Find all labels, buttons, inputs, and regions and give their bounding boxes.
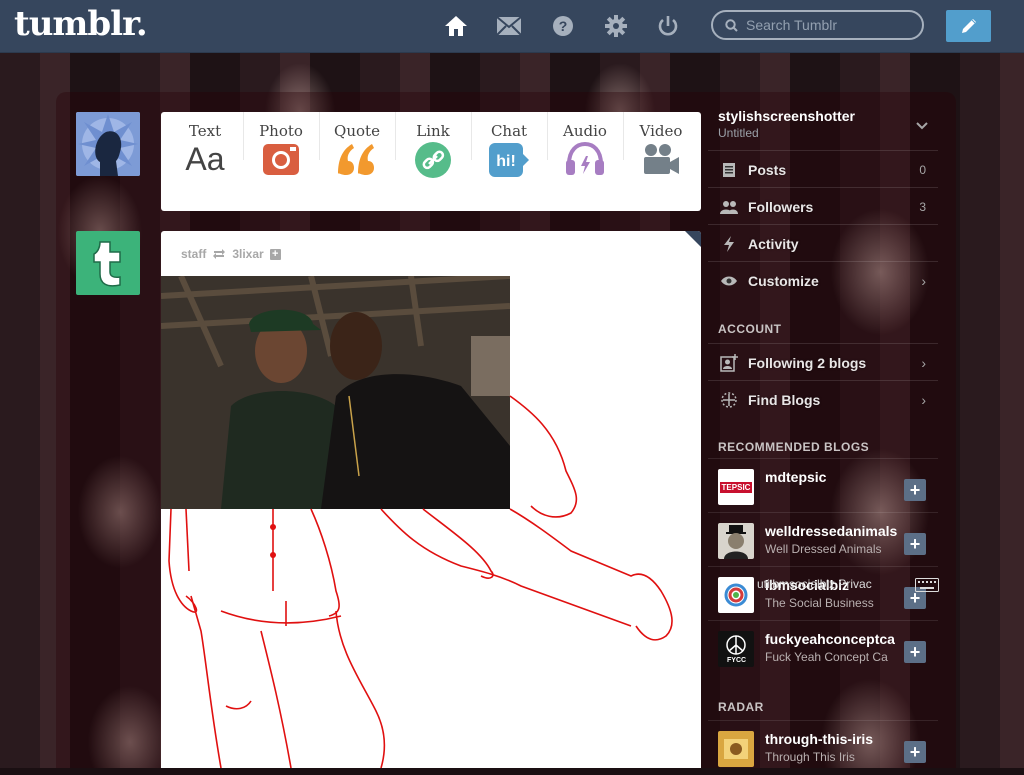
user-avatar[interactable] — [76, 112, 140, 176]
follow-button[interactable]: + — [904, 641, 926, 663]
post-type-video[interactable]: Video — [623, 122, 699, 181]
radar-blog[interactable]: through-this-iris Through This Iris + — [708, 720, 938, 775]
follow-button[interactable]: + — [904, 741, 926, 763]
chat-icon: hi! — [471, 142, 547, 183]
chevron-right-icon: › — [921, 391, 926, 408]
camera-icon — [243, 142, 319, 181]
mail-icon[interactable] — [496, 13, 522, 39]
blog-name[interactable]: stylishscreenshotter — [718, 108, 855, 124]
post-type-chat[interactable]: Chat hi! — [471, 122, 547, 183]
sidebar-item-find-blogs[interactable]: Find Blogs › — [708, 380, 938, 418]
add-person-icon — [718, 353, 740, 372]
post-type-text[interactable]: Text Aa — [167, 122, 243, 179]
power-icon[interactable] — [655, 13, 681, 39]
link-icon — [395, 142, 471, 183]
post-type-photo[interactable]: Photo — [243, 122, 319, 181]
blog-subtitle: Untitled — [718, 126, 759, 140]
home-icon[interactable] — [443, 13, 469, 39]
search-icon — [725, 18, 738, 32]
sidebar-item-following[interactable]: Following 2 blogs › — [708, 343, 938, 381]
quote-icon — [319, 142, 395, 181]
blog-avatar[interactable]: TEPSIC — [718, 469, 754, 505]
blog-avatar[interactable] — [718, 577, 754, 613]
video-camera-icon — [623, 142, 699, 181]
recommended-blog[interactable]: TEPSIC mdtepsic + — [708, 458, 938, 513]
text-icon: Aa — [167, 141, 243, 179]
posts-icon — [718, 161, 740, 179]
eye-icon — [718, 272, 740, 290]
search-box[interactable] — [711, 10, 924, 40]
svg-text:hi!: hi! — [496, 153, 516, 170]
help-icon[interactable]: ? — [550, 13, 576, 39]
keyboard-icon[interactable] — [915, 578, 939, 597]
svg-text:?: ? — [559, 18, 568, 34]
blog-avatar[interactable] — [718, 731, 754, 767]
chevron-right-icon: › — [921, 272, 926, 289]
tumblr-logo[interactable]: tumblr. — [14, 4, 148, 44]
post-type-bar: Text Aa Photo Quote Link Chat hi! Audio — [161, 112, 701, 211]
radar-heading: RADAR — [718, 700, 764, 714]
gear-icon[interactable] — [603, 13, 629, 39]
post-type-link[interactable]: Link — [395, 122, 471, 183]
recommended-blog[interactable]: FYCC fuckyeahconceptca Fuck Yeah Concept… — [708, 620, 938, 675]
activity-icon — [718, 235, 740, 253]
new-post-button[interactable] — [946, 10, 991, 42]
top-bar: tumblr. ? — [0, 0, 1024, 53]
search-input[interactable] — [744, 16, 918, 34]
followers-icon — [718, 198, 740, 216]
footer-overlay-text: utilbmsocialbiz Privac — [757, 577, 872, 591]
follow-button[interactable]: + — [904, 479, 926, 501]
pencil-icon — [959, 16, 979, 36]
sidebar-item-customize[interactable]: Customize › — [708, 261, 938, 299]
post-type-audio[interactable]: Audio — [547, 122, 623, 181]
recommended-blog[interactable]: welldressedanimals Well Dressed Animals … — [708, 512, 938, 567]
headphones-icon — [547, 141, 623, 181]
staff-avatar[interactable] — [76, 231, 140, 295]
svg-text:Aa: Aa — [185, 142, 224, 174]
compass-icon — [718, 391, 740, 409]
blog-avatar-text: TEPSIC — [719, 481, 753, 493]
chevron-right-icon: › — [921, 354, 926, 371]
dashboard-post: staff 3lixar + — [161, 231, 701, 768]
chevron-down-icon[interactable] — [908, 112, 936, 140]
recommended-blog[interactable]: ibmsocialbiz The Social Business + — [708, 566, 938, 621]
sidebar-item-posts[interactable]: Posts 0 — [708, 150, 938, 188]
sidebar-item-followers[interactable]: Followers 3 — [708, 187, 938, 225]
account-heading: ACCOUNT — [718, 322, 782, 336]
post-type-quote[interactable]: Quote — [319, 122, 395, 181]
blog-avatar-text: FYCC — [727, 657, 747, 664]
blog-avatar[interactable] — [718, 523, 754, 559]
blog-avatar[interactable]: FYCC — [718, 631, 754, 667]
recommended-heading: RECOMMENDED BLOGS — [718, 440, 870, 454]
drawing-sketch — [168, 395, 673, 768]
sidebar-item-activity[interactable]: Activity — [708, 224, 938, 262]
follow-button[interactable]: + — [904, 533, 926, 555]
